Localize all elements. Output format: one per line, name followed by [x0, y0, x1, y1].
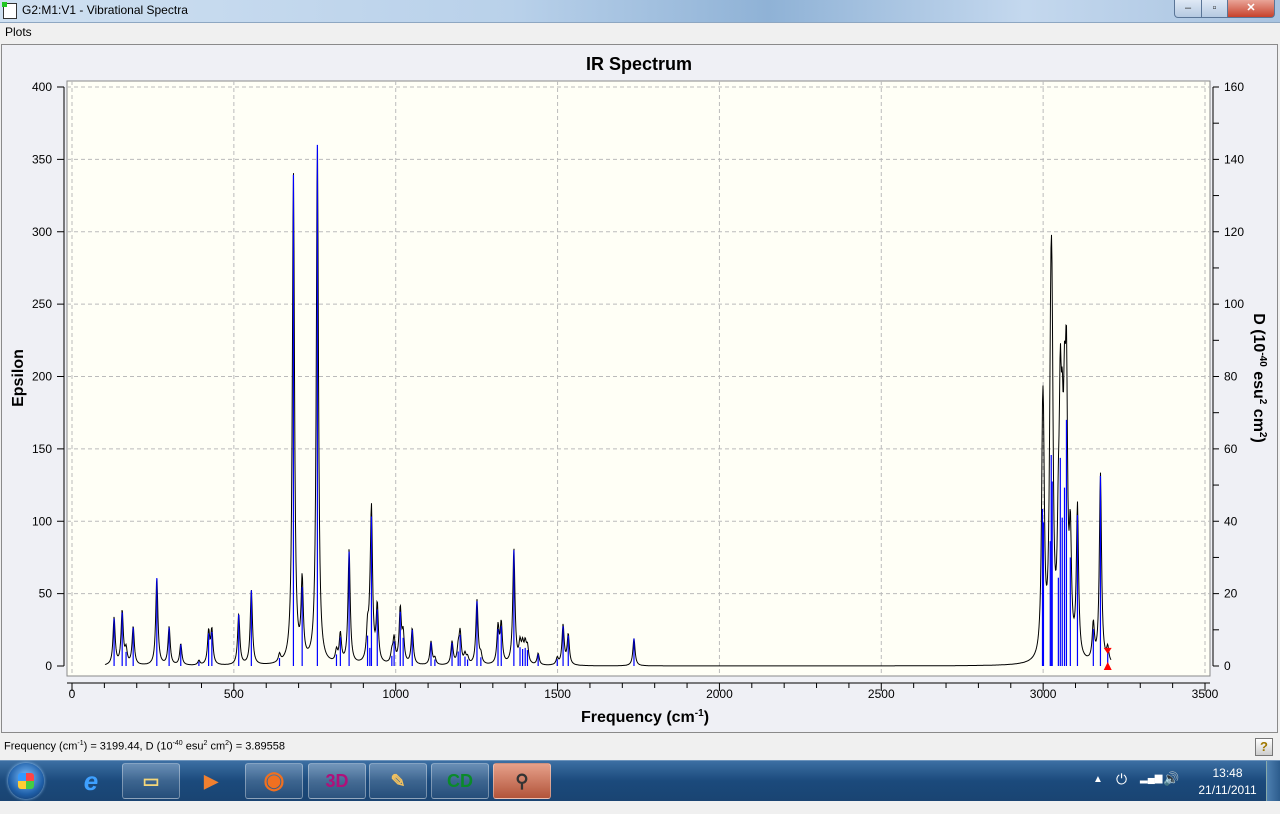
y2-tick-label: 80: [1224, 370, 1238, 384]
taskbar-cd-app[interactable]: CD: [431, 763, 489, 799]
status-bar: Frequency (cm-1) = 3199.44, D (10-40 esu…: [0, 735, 1280, 759]
x-tick-label: 0: [69, 687, 76, 701]
y2-tick-label: 40: [1224, 514, 1238, 528]
taskbar-paint[interactable]: ✎: [369, 763, 427, 799]
y-axis-label: Epsilon: [10, 349, 27, 407]
show-desktop-button[interactable]: [1266, 761, 1280, 801]
ir-spectrum-chart[interactable]: 0 500 1000 1500 2000 2500 3000 3500050100150200…: [0, 0, 1280, 735]
taskbar-gaussview[interactable]: ⚲: [493, 763, 551, 799]
tray-expand-icon[interactable]: ▲: [1093, 774, 1103, 814]
y2-tick-label: 60: [1224, 442, 1238, 456]
y-tick-label: 100: [32, 514, 52, 528]
y2-tick-label: 0: [1224, 659, 1231, 673]
y-tick-label: 400: [32, 80, 52, 94]
taskbar-3d-app[interactable]: 3D: [308, 763, 366, 799]
taskbar-windows-explorer[interactable]: ▭: [122, 763, 180, 799]
x-tick-label: 2000: [706, 687, 733, 701]
y2-tick-label: 100: [1224, 297, 1244, 311]
y-tick-label: 300: [32, 225, 52, 239]
x-tick-label: 1000: [382, 687, 409, 701]
taskbar: e ▭ ▶ ◉ 3D ✎ CD ⚲ ▲ ⏻ ▂▄▆ 🔊 13:48 21/11/2…: [0, 760, 1280, 801]
y-tick-label: 0: [45, 659, 52, 673]
x-axis-label: Frequency (cm-1): [581, 708, 709, 726]
y-tick-label: 200: [32, 370, 52, 384]
y-tick-label: 350: [32, 152, 52, 166]
x-tick-label: 500: [224, 687, 244, 701]
plot-area: [66, 80, 1211, 677]
network-icon[interactable]: ▂▄▆: [1140, 773, 1162, 813]
clock[interactable]: 13:48 21/11/2011: [1195, 765, 1260, 805]
x-tick-label: 2500: [868, 687, 895, 701]
y-tick-label: 250: [32, 297, 52, 311]
volume-icon[interactable]: 🔊: [1163, 771, 1179, 811]
y-tick-label: 150: [32, 442, 52, 456]
chart-title: IR Spectrum: [586, 54, 692, 74]
y2-tick-label: 120: [1224, 225, 1244, 239]
power-icon[interactable]: ⏻: [1116, 771, 1127, 811]
clock-date: 21/11/2011: [1198, 783, 1257, 797]
status-readout: Frequency (cm-1) = 3199.44, D (10-40 esu…: [4, 740, 286, 753]
taskbar-firefox[interactable]: ◉: [245, 763, 303, 799]
y-tick-label: 50: [39, 587, 53, 601]
x-tick-label: 1500: [544, 687, 571, 701]
taskbar-media-player[interactable]: ▶: [182, 763, 240, 799]
y2-tick-label: 20: [1224, 587, 1238, 601]
start-button[interactable]: [8, 763, 44, 799]
taskbar-internet-explorer[interactable]: e: [62, 763, 120, 799]
y2-tick-label: 140: [1224, 152, 1244, 166]
y2-axis-label: D (10-40 esu2 cm2): [1250, 313, 1268, 443]
clock-time: 13:48: [1212, 766, 1243, 780]
help-button[interactable]: ?: [1255, 738, 1273, 756]
x-tick-label: 3000: [1030, 687, 1057, 701]
x-tick-label: 3500: [1192, 687, 1219, 701]
y2-tick-label: 160: [1224, 80, 1244, 94]
